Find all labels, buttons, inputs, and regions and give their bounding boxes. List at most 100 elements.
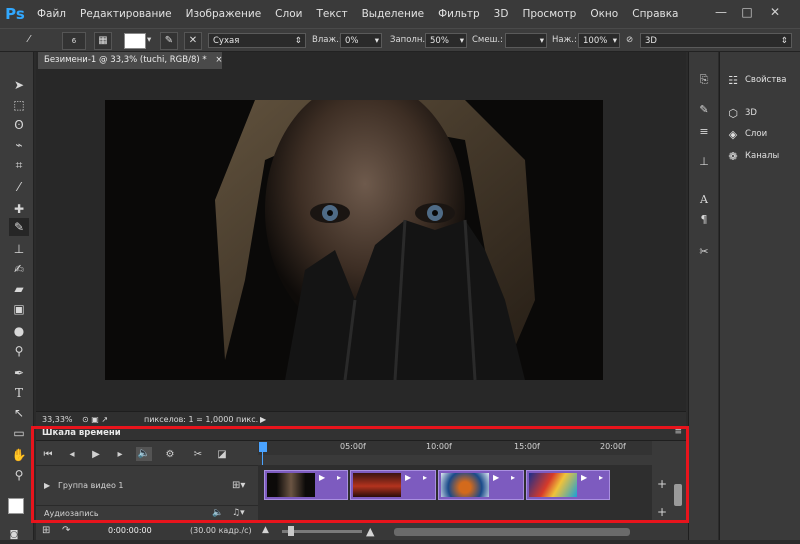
playhead[interactable]	[259, 442, 267, 452]
swatch-chevron-down-icon[interactable]: ▾	[147, 33, 151, 48]
clip-play-icon[interactable]: ▶	[581, 473, 587, 482]
marquee-tool-icon[interactable]: ⬚	[9, 96, 29, 114]
mode-dropdown[interactable]: 3D ⇕	[640, 33, 792, 48]
menu-filter[interactable]: Фильтр	[431, 8, 487, 20]
expand-arrow-icon[interactable]: ▶	[44, 481, 50, 490]
video-clip[interactable]: ▶ ▸	[526, 470, 610, 500]
render-arrow-icon[interactable]: ↷	[62, 525, 70, 536]
crop-tool-icon[interactable]: ⌗	[9, 156, 29, 174]
rectangle-tool-icon[interactable]: ▭	[9, 424, 29, 442]
audio-toggle-icon[interactable]: 🔈	[136, 447, 152, 461]
wet-field[interactable]: 0% ▾	[340, 33, 382, 48]
eraser-tool-icon[interactable]: ▰	[9, 280, 29, 298]
menu-3d[interactable]: 3D	[487, 8, 516, 20]
current-color-swatch[interactable]	[124, 33, 146, 49]
healing-brush-tool-icon[interactable]: ✚	[9, 200, 29, 218]
speaker-icon[interactable]: 🔈	[212, 508, 223, 518]
menu-file[interactable]: Файл	[30, 8, 73, 20]
audio-track[interactable]	[258, 505, 652, 522]
brush-panel-icon[interactable]: ▦	[94, 32, 112, 50]
clone-source-icon[interactable]: ⊥	[696, 154, 712, 170]
mix-field[interactable]: ▾	[505, 33, 547, 48]
panel-properties[interactable]: ☷ Свойства	[725, 69, 786, 91]
menu-select[interactable]: Выделение	[355, 8, 432, 20]
clean-brush-icon[interactable]: ✕	[184, 32, 202, 50]
panel-channels[interactable]: ❁ Каналы	[725, 145, 779, 167]
music-note-icon[interactable]: ♫▾	[232, 508, 245, 518]
timeline-title[interactable]: Шкала времени	[42, 428, 121, 438]
airbrush-icon[interactable]: ⊘	[626, 33, 633, 48]
foreground-color-swatch[interactable]	[8, 498, 24, 514]
lasso-tool-icon[interactable]: ʘ	[9, 116, 29, 134]
clip-play-icon[interactable]: ▶	[493, 473, 499, 482]
history-brush-tool-icon[interactable]: ✍	[9, 260, 29, 278]
status-icons[interactable]: ⊙ ▣ ↗	[82, 412, 108, 427]
next-frame-icon[interactable]: ▸	[112, 448, 128, 462]
quick-mask-icon[interactable]: ◙	[4, 526, 24, 544]
video-clip[interactable]: ▶ ▸	[350, 470, 436, 500]
image-canvas[interactable]	[105, 100, 603, 380]
tool-presets-icon[interactable]: ✂	[696, 244, 712, 260]
maximize-button[interactable]: □	[736, 4, 758, 20]
document-tab[interactable]: Безимени-1 @ 33,3% (tuchi, RGB/8) * ×	[38, 52, 222, 69]
hand-tool-icon[interactable]: ✋	[9, 446, 29, 464]
clip-menu-icon[interactable]: ▸	[511, 473, 515, 482]
clip-menu-icon[interactable]: ▸	[337, 473, 341, 482]
type-tool-icon[interactable]: T	[9, 384, 29, 402]
menu-help[interactable]: Справка	[625, 8, 685, 20]
menu-edit[interactable]: Редактирование	[73, 8, 179, 20]
go-to-first-frame-icon[interactable]: ⏮	[40, 448, 56, 462]
add-audio-button[interactable]: +	[652, 505, 672, 522]
pen-tool-icon[interactable]: ✒	[9, 364, 29, 382]
zoom-level[interactable]: 33,33%	[42, 412, 73, 427]
settings-gear-icon[interactable]: ⚙	[162, 448, 178, 462]
panel-3d[interactable]: ⬡ 3D	[725, 102, 757, 124]
brush-panel-icon[interactable]: ✎	[696, 102, 712, 118]
brush-preset-dropdown[interactable]: Сухая ⇕	[208, 33, 306, 48]
paragraph-panel-icon[interactable]: ¶	[696, 212, 712, 228]
status-arrow-icon[interactable]: ▶	[260, 412, 266, 427]
load-field[interactable]: 50% ▾	[425, 33, 467, 48]
zoom-tool-icon[interactable]: ⚲	[9, 466, 29, 484]
clip-play-icon[interactable]: ▶	[405, 473, 411, 482]
menu-window[interactable]: Окно	[583, 8, 625, 20]
gradient-tool-icon[interactable]: ▣	[9, 300, 29, 318]
zoom-out-icon[interactable]: ▲	[262, 525, 269, 535]
minimize-button[interactable]: —	[710, 4, 732, 20]
move-tool-icon[interactable]: ➤	[9, 76, 29, 94]
menu-view[interactable]: Просмотр	[515, 8, 583, 20]
previous-frame-icon[interactable]: ◂	[64, 448, 80, 462]
load-brush-icon[interactable]: ✎	[160, 32, 178, 50]
menu-text[interactable]: Текст	[309, 8, 354, 20]
mixer-brush-tool-icon[interactable]: ⁄	[20, 32, 38, 50]
timeline-menu-icon[interactable]: ≡	[674, 427, 682, 437]
convert-icon[interactable]: ⊞	[42, 525, 50, 536]
photoshop-logo[interactable]: Ps	[0, 0, 30, 28]
timeline-scrollbar[interactable]	[674, 484, 682, 506]
play-icon[interactable]: ▶	[88, 448, 104, 462]
character-panel-icon[interactable]: A	[696, 192, 712, 208]
video-clip[interactable]: ▶ ▸	[438, 470, 524, 500]
transition-icon[interactable]: ◪	[214, 448, 230, 462]
timeline-zoom-slider[interactable]	[282, 530, 362, 533]
dodge-tool-icon[interactable]: ⚲	[9, 342, 29, 360]
close-window-button[interactable]: ✕	[764, 4, 786, 20]
quick-select-tool-icon[interactable]: ⌁	[9, 136, 29, 154]
add-media-button[interactable]: +	[652, 465, 672, 505]
brush-size-picker[interactable]: 6	[62, 32, 86, 50]
mixer-brush-tool-button[interactable]: ✎	[9, 218, 29, 236]
clip-menu-icon[interactable]: ▸	[599, 473, 603, 482]
close-tab-icon[interactable]: ×	[215, 55, 222, 65]
history-panel-icon[interactable]: ⎘	[696, 72, 712, 88]
path-select-tool-icon[interactable]: ↖	[9, 404, 29, 422]
panel-layers[interactable]: ◈ Слои	[725, 123, 767, 145]
zoom-slider-handle[interactable]	[288, 526, 294, 536]
horizontal-scrollbar[interactable]	[394, 528, 630, 536]
time-ruler[interactable]: 05:00f 10:00f 15:00f 20:00f	[258, 441, 652, 455]
film-strip-icon[interactable]: ⊞▾	[232, 480, 245, 491]
flow-field[interactable]: 100% ▾	[578, 33, 620, 48]
clip-menu-icon[interactable]: ▸	[423, 473, 427, 482]
blur-tool-icon[interactable]: ●	[9, 322, 29, 340]
brush-presets-icon[interactable]: ≡	[696, 124, 712, 140]
clip-play-icon[interactable]: ▶	[319, 473, 325, 482]
